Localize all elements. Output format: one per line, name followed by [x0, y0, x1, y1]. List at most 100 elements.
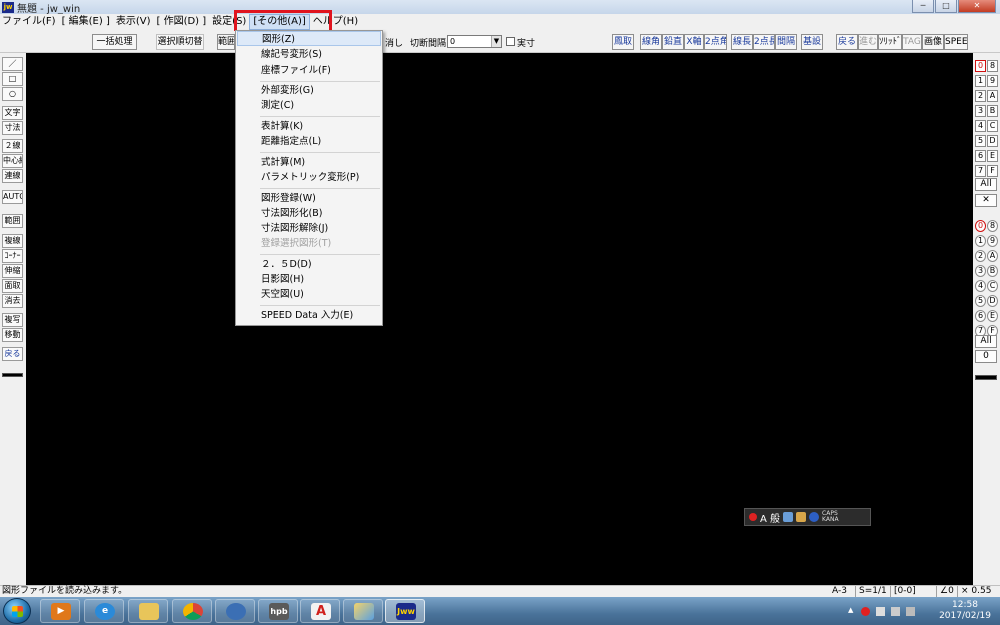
speed-button[interactable]: SPEED [944, 34, 968, 50]
stretch-tool[interactable]: 伸縮 [2, 264, 23, 278]
layer-group-5[interactable]: 5 [975, 135, 986, 147]
scale-indicator[interactable]: S=1/1 [855, 586, 890, 597]
paint-taskbar-button[interactable] [343, 599, 383, 623]
layer-8[interactable]: 8 [987, 220, 998, 232]
line-style-indicator[interactable] [2, 373, 23, 377]
close-button[interactable]: ✕ [958, 0, 996, 13]
parallel-line-tool[interactable]: 複線 [2, 234, 23, 248]
layer-group-1[interactable]: 1 [975, 75, 986, 87]
acrobat-taskbar-button[interactable]: A [300, 599, 340, 623]
range-tool[interactable]: 範囲 [2, 214, 23, 228]
layer-5[interactable]: 5 [975, 295, 986, 307]
ie-taskbar-button[interactable]: e [84, 599, 124, 623]
menu-item-measure[interactable]: 測定(C) [237, 98, 381, 113]
menu-item-spreadsheet[interactable]: 表計算(K) [237, 119, 381, 134]
layer-group-3[interactable]: 3 [975, 105, 986, 117]
ime-mode-label[interactable]: A 般 [760, 510, 780, 525]
layer-group-6[interactable]: 6 [975, 150, 986, 162]
tool-button-9[interactable]: 基設 [801, 34, 823, 50]
rectangle-tool[interactable]: □ [2, 72, 23, 86]
layer-3[interactable]: 3 [975, 265, 986, 277]
layer-group-a[interactable]: A [987, 90, 998, 102]
layer-group-cross-button[interactable]: ✕ [975, 194, 997, 207]
thunderbird-taskbar-button[interactable] [215, 599, 255, 623]
ime-language-bar[interactable]: A 般 CAPS KANA [744, 508, 871, 526]
move-tool[interactable]: 移動 [2, 328, 23, 342]
action-center-flag-icon[interactable] [876, 607, 885, 616]
layer-c[interactable]: C [987, 280, 998, 292]
volume-icon[interactable] [906, 607, 915, 616]
menu-other[interactable]: [その他(A)] [249, 14, 310, 30]
line-tool[interactable]: ／ [2, 57, 23, 71]
chamfer-tool[interactable]: 面取 [2, 279, 23, 293]
paper-size[interactable]: A-3 [829, 586, 850, 597]
layer-group-e[interactable]: E [987, 150, 998, 162]
tool-button-6[interactable]: 線長 [731, 34, 753, 50]
batch-process-button[interactable]: 一括処理 [92, 34, 137, 50]
chrome-taskbar-button[interactable] [172, 599, 212, 623]
ime-dictionary-icon[interactable] [783, 512, 794, 522]
tool-button-4[interactable]: X軸 [684, 34, 704, 50]
corner-tool[interactable]: ｺｰﾅｰ [2, 249, 23, 263]
antivirus-icon[interactable] [861, 607, 870, 616]
tool-button-2[interactable]: 線角 [640, 34, 662, 50]
layer-group-d[interactable]: D [987, 135, 998, 147]
menu-item-parametric-transform[interactable]: パラメトリック変形(P) [237, 170, 381, 185]
circle-tool[interactable]: ○ [2, 87, 23, 101]
jw-win-taskbar-button[interactable]: Jww [385, 599, 425, 623]
network-icon[interactable] [891, 607, 900, 616]
angle-indicator[interactable]: ∠0 [936, 586, 957, 597]
taskbar-clock[interactable]: 12:58 2017/02/19 [936, 600, 994, 622]
layer-6[interactable]: 6 [975, 310, 986, 322]
menu-item-2-5d[interactable]: ２．５D(D) [237, 257, 381, 272]
layer-group-c[interactable]: C [987, 120, 998, 132]
undo-tool[interactable]: 戻る [2, 347, 23, 361]
tool-button-1[interactable]: 鳳取 [612, 34, 634, 50]
menu-item-line-symbol-transform[interactable]: 線記号変形(S) [237, 47, 381, 62]
undo-button[interactable]: 戻る [836, 34, 858, 50]
solid-button[interactable]: ｿﾘｯﾄﾞ [878, 34, 902, 50]
menu-item-dimension-to-figure[interactable]: 寸法図形化(B) [237, 206, 381, 221]
layer-1[interactable]: 1 [975, 235, 986, 247]
layer-group-9[interactable]: 9 [987, 75, 998, 87]
layer-group-4[interactable]: 4 [975, 120, 986, 132]
menu-item-sky-diagram[interactable]: 天空図(U) [237, 287, 381, 302]
tool-button-8[interactable]: 間隔 [775, 34, 797, 50]
copy-tool[interactable]: 複写 [2, 313, 23, 327]
menu-item-figure[interactable]: 図形(Z) [237, 31, 381, 46]
zoom-indicator[interactable]: × 0.55 [957, 586, 994, 597]
center-line-tool[interactable]: 中心線 [2, 154, 23, 168]
layer-group-8[interactable]: 8 [987, 60, 998, 72]
menu-item-release-dimension-figure[interactable]: 寸法図形解除(J) [237, 221, 381, 236]
layer-e[interactable]: E [987, 310, 998, 322]
text-tool[interactable]: 文字 [2, 106, 23, 120]
layer-a[interactable]: A [987, 250, 998, 262]
layer-all-button[interactable]: All [975, 335, 997, 348]
layer-d[interactable]: D [987, 295, 998, 307]
range-button[interactable]: 範囲 [217, 34, 235, 50]
erase-tool[interactable]: 消去 [2, 294, 23, 308]
layer-9[interactable]: 9 [987, 235, 998, 247]
drawing-canvas[interactable] [26, 53, 973, 585]
layer-group-all-button[interactable]: All [975, 178, 997, 191]
layer-0[interactable]: 0 [975, 220, 986, 232]
layer-2[interactable]: 2 [975, 250, 986, 262]
show-hidden-icons-icon[interactable]: ▲ [848, 606, 857, 615]
menu-help[interactable]: ヘルプ(H) [310, 15, 361, 29]
menu-item-external-transform[interactable]: 外部変形(G) [237, 83, 381, 98]
layer-group-f[interactable]: F [987, 165, 998, 177]
select-order-toggle-button[interactable]: 選択順切替 [156, 34, 204, 50]
menu-item-shadow-diagram[interactable]: 日影図(H) [237, 272, 381, 287]
ime-tool-icon[interactable] [796, 512, 807, 522]
redo-button[interactable]: 進む [858, 34, 878, 50]
maximize-button[interactable]: □ [935, 0, 957, 13]
menu-view[interactable]: 表示(V) [113, 15, 154, 29]
connect-line-tool[interactable]: 連線 [2, 169, 23, 183]
layer-indicator-text[interactable]: [0-0] [890, 586, 919, 597]
menu-item-formula-calc[interactable]: 式計算(M) [237, 155, 381, 170]
tool-button-7[interactable]: 2点長 [753, 34, 775, 50]
menu-item-distance-point[interactable]: 距離指定点(L) [237, 134, 381, 149]
auto-tool[interactable]: AUTO [2, 190, 23, 204]
media-player-taskbar-button[interactable]: ▶ [40, 599, 80, 623]
layer-group-2[interactable]: 2 [975, 90, 986, 102]
